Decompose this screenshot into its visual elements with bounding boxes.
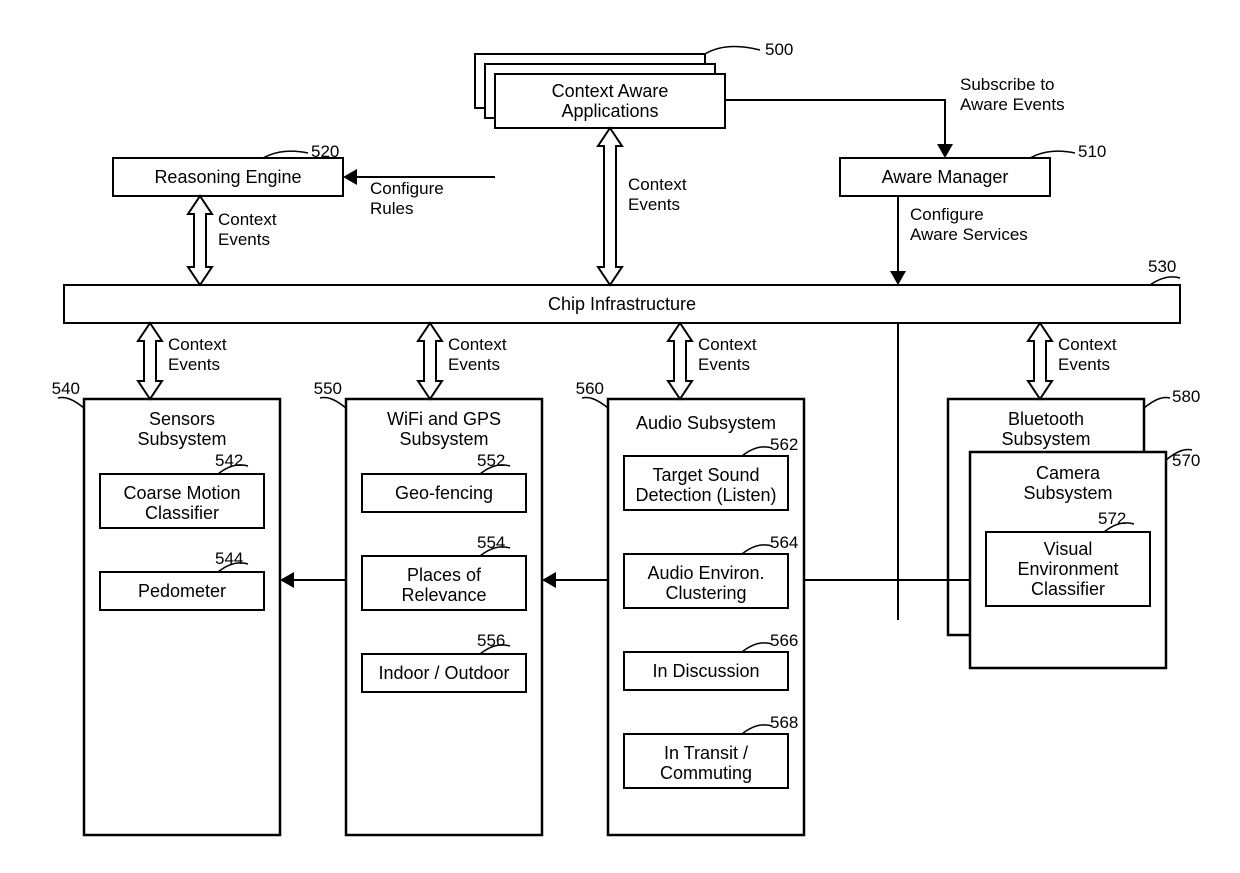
configure-aware-2: Aware Services	[910, 225, 1028, 244]
ref-550: 550	[314, 379, 342, 398]
edge-apps-chip: Context Events	[598, 128, 687, 285]
ce-reasoning-2: Events	[218, 230, 270, 249]
visual-env-1: Visual	[1044, 539, 1093, 559]
edge-chip-audio: Context Events	[668, 323, 757, 399]
sensors-subsystem: Sensors Subsystem 540 Coarse Motion Clas…	[52, 379, 280, 835]
camera-title-2: Subsystem	[1023, 483, 1112, 503]
coarse-motion-classifier-2: Classifier	[145, 503, 219, 523]
configure-aware-1: Configure	[910, 205, 984, 224]
wifi-gps-title-2: Subsystem	[399, 429, 488, 449]
wifi-gps-title-1: WiFi and GPS	[387, 409, 501, 429]
in-transit-2: Commuting	[660, 763, 752, 783]
ref-554: 554	[477, 533, 505, 552]
context-aware-applications-label-1: Context Aware	[552, 81, 669, 101]
ce-sensors-1: Context	[168, 335, 227, 354]
audio-environ-2: Clustering	[665, 583, 746, 603]
places-relevance-2: Relevance	[401, 585, 486, 605]
audio-environ-1: Audio Environ.	[647, 563, 764, 583]
ref-552: 552	[477, 451, 505, 470]
aware-manager-box: Aware Manager 510	[840, 142, 1106, 196]
camera-subsystem: Camera Subsystem 570 Visual Environment …	[970, 449, 1200, 668]
ref-500: 500	[765, 40, 793, 59]
edge-chip-wifigps: Context Events	[418, 323, 507, 399]
ce-bt-2: Events	[1058, 355, 1110, 374]
ref-544: 544	[215, 549, 243, 568]
ref-564: 564	[770, 533, 798, 552]
ref-570: 570	[1172, 451, 1200, 470]
ref-510: 510	[1078, 142, 1106, 161]
bluetooth-title-2: Subsystem	[1001, 429, 1090, 449]
wifi-gps-subsystem: WiFi and GPS Subsystem 550 Geo-fencing 5…	[314, 379, 542, 835]
subscribe-label-1: Subscribe to	[960, 75, 1055, 94]
ref-568: 568	[770, 713, 798, 732]
visual-env-3: Classifier	[1031, 579, 1105, 599]
ref-562: 562	[770, 435, 798, 454]
visual-env-2: Environment	[1017, 559, 1118, 579]
in-discussion-label: In Discussion	[652, 661, 759, 681]
configure-rules-2: Rules	[370, 199, 413, 218]
audio-subsystem-title: Audio Subsystem	[636, 413, 776, 433]
edge-audio-to-wifi	[542, 572, 608, 588]
context-aware-applications-label-2: Applications	[561, 101, 658, 121]
edge-chip-sensors: Context Events	[138, 323, 227, 399]
target-sound-1: Target Sound	[652, 465, 759, 485]
sensors-subsystem-title-1: Sensors	[149, 409, 215, 429]
edge-apps-to-reasoning: Configure Rules	[343, 169, 495, 218]
sensors-subsystem-title-2: Subsystem	[137, 429, 226, 449]
ref-560: 560	[576, 379, 604, 398]
ce-wifi-1: Context	[448, 335, 507, 354]
ref-542: 542	[215, 451, 243, 470]
geo-fencing-label: Geo-fencing	[395, 483, 493, 503]
coarse-motion-classifier-1: Coarse Motion	[123, 483, 240, 503]
ce-bt-1: Context	[1058, 335, 1117, 354]
pedometer-label: Pedometer	[138, 581, 226, 601]
ref-530: 530	[1148, 257, 1176, 276]
edge-apps-to-awaremgr: Subscribe to Aware Events	[725, 75, 1065, 158]
architecture-diagram: Context Aware Applications 500 Aware Man…	[0, 0, 1240, 873]
ce-apps-2: Events	[628, 195, 680, 214]
context-aware-applications-stack: Context Aware Applications 500	[475, 40, 793, 128]
target-sound-2: Detection (Listen)	[635, 485, 776, 505]
audio-subsystem: Audio Subsystem 560 Target Sound Detecti…	[576, 379, 804, 835]
ce-sensors-2: Events	[168, 355, 220, 374]
indoor-outdoor-label: Indoor / Outdoor	[378, 663, 509, 683]
ref-520: 520	[311, 142, 339, 161]
ref-572: 572	[1098, 509, 1126, 528]
ce-audio-2: Events	[698, 355, 750, 374]
ref-540: 540	[52, 379, 80, 398]
configure-rules-1: Configure	[370, 179, 444, 198]
reasoning-engine-box: Reasoning Engine 520	[113, 142, 343, 196]
edge-reasoning-chip: Context Events	[188, 196, 277, 285]
places-relevance-1: Places of	[407, 565, 482, 585]
chip-infrastructure-label: Chip Infrastructure	[548, 294, 696, 314]
subscribe-label-2: Aware Events	[960, 95, 1065, 114]
ce-wifi-2: Events	[448, 355, 500, 374]
ref-566: 566	[770, 631, 798, 650]
edge-chip-bluetooth: Context Events	[1028, 323, 1117, 399]
in-transit-1: In Transit /	[664, 743, 748, 763]
ref-556: 556	[477, 631, 505, 650]
ce-reasoning-1: Context	[218, 210, 277, 229]
ref-580: 580	[1172, 387, 1200, 406]
camera-title-1: Camera	[1036, 463, 1101, 483]
aware-manager-label: Aware Manager	[882, 167, 1009, 187]
bluetooth-title-1: Bluetooth	[1008, 409, 1084, 429]
ce-apps-1: Context	[628, 175, 687, 194]
ce-audio-1: Context	[698, 335, 757, 354]
edge-wifi-to-sensors	[280, 572, 346, 588]
reasoning-engine-label: Reasoning Engine	[154, 167, 301, 187]
edge-awaremgr-to-chip: Configure Aware Services	[890, 196, 1028, 285]
